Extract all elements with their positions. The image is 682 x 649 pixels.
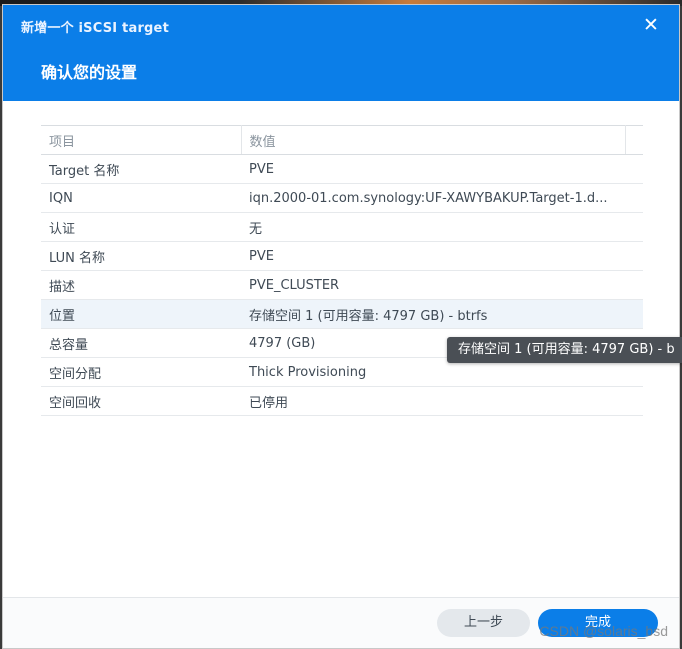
row-key: 位置 xyxy=(41,299,241,329)
table-row[interactable]: 认证 无 xyxy=(41,212,643,242)
row-key: 总容量 xyxy=(41,328,241,358)
table-row[interactable]: 描述 PVE_CLUSTER xyxy=(41,270,643,300)
table-row[interactable]: Target 名称 PVE xyxy=(41,154,643,184)
row-value: PVE xyxy=(241,241,625,271)
row-key: 空间分配 xyxy=(41,357,241,387)
settings-summary-table: 项目 数值 Target 名称 PVE IQN iqn.2000-01.com.… xyxy=(41,125,643,416)
table-row-hovered[interactable]: 位置 存储空间 1 (可用容量: 4797 GB) - btrfs xyxy=(41,299,643,329)
row-key: 空间回收 xyxy=(41,386,241,416)
row-value: PVE_CLUSTER xyxy=(241,270,625,300)
row-value: 已停用 xyxy=(241,386,625,416)
dialog-header: 新增一个 iSCSI target ✕ 确认您的设置 xyxy=(3,5,679,101)
step-title: 确认您的设置 xyxy=(41,63,138,82)
row-value: 存储空间 1 (可用容量: 4797 GB) - btrfs xyxy=(241,299,625,329)
location-tooltip: 存储空间 1 (可用容量: 4797 GB) - b xyxy=(447,337,682,363)
close-icon[interactable]: ✕ xyxy=(641,15,661,35)
row-value: 无 xyxy=(241,212,625,242)
table-row[interactable]: IQN iqn.2000-01.com.synology:UF-XAWYBAKU… xyxy=(41,183,643,213)
column-header-spacer xyxy=(625,125,643,155)
back-button[interactable]: 上一步 xyxy=(437,609,530,637)
column-header-value[interactable]: 数值 xyxy=(241,125,626,155)
iscsi-target-wizard-dialog: 新增一个 iSCSI target ✕ 确认您的设置 项目 数值 Target … xyxy=(2,4,680,649)
row-key: Target 名称 xyxy=(41,154,241,184)
row-key: LUN 名称 xyxy=(41,241,241,271)
row-key: 认证 xyxy=(41,212,241,242)
watermark: CSDN @solaris_bsd xyxy=(539,623,668,639)
table-header-row: 项目 数值 xyxy=(41,125,643,155)
dialog-title: 新增一个 iSCSI target xyxy=(21,21,169,36)
column-header-item[interactable]: 项目 xyxy=(41,125,242,155)
table-row[interactable]: 空间回收 已停用 xyxy=(41,386,643,416)
table-row[interactable]: LUN 名称 PVE xyxy=(41,241,643,271)
row-key: 描述 xyxy=(41,270,241,300)
row-key: IQN xyxy=(41,183,241,213)
row-value: iqn.2000-01.com.synology:UF-XAWYBAKUP.Ta… xyxy=(241,183,625,213)
row-value: PVE xyxy=(241,154,625,184)
